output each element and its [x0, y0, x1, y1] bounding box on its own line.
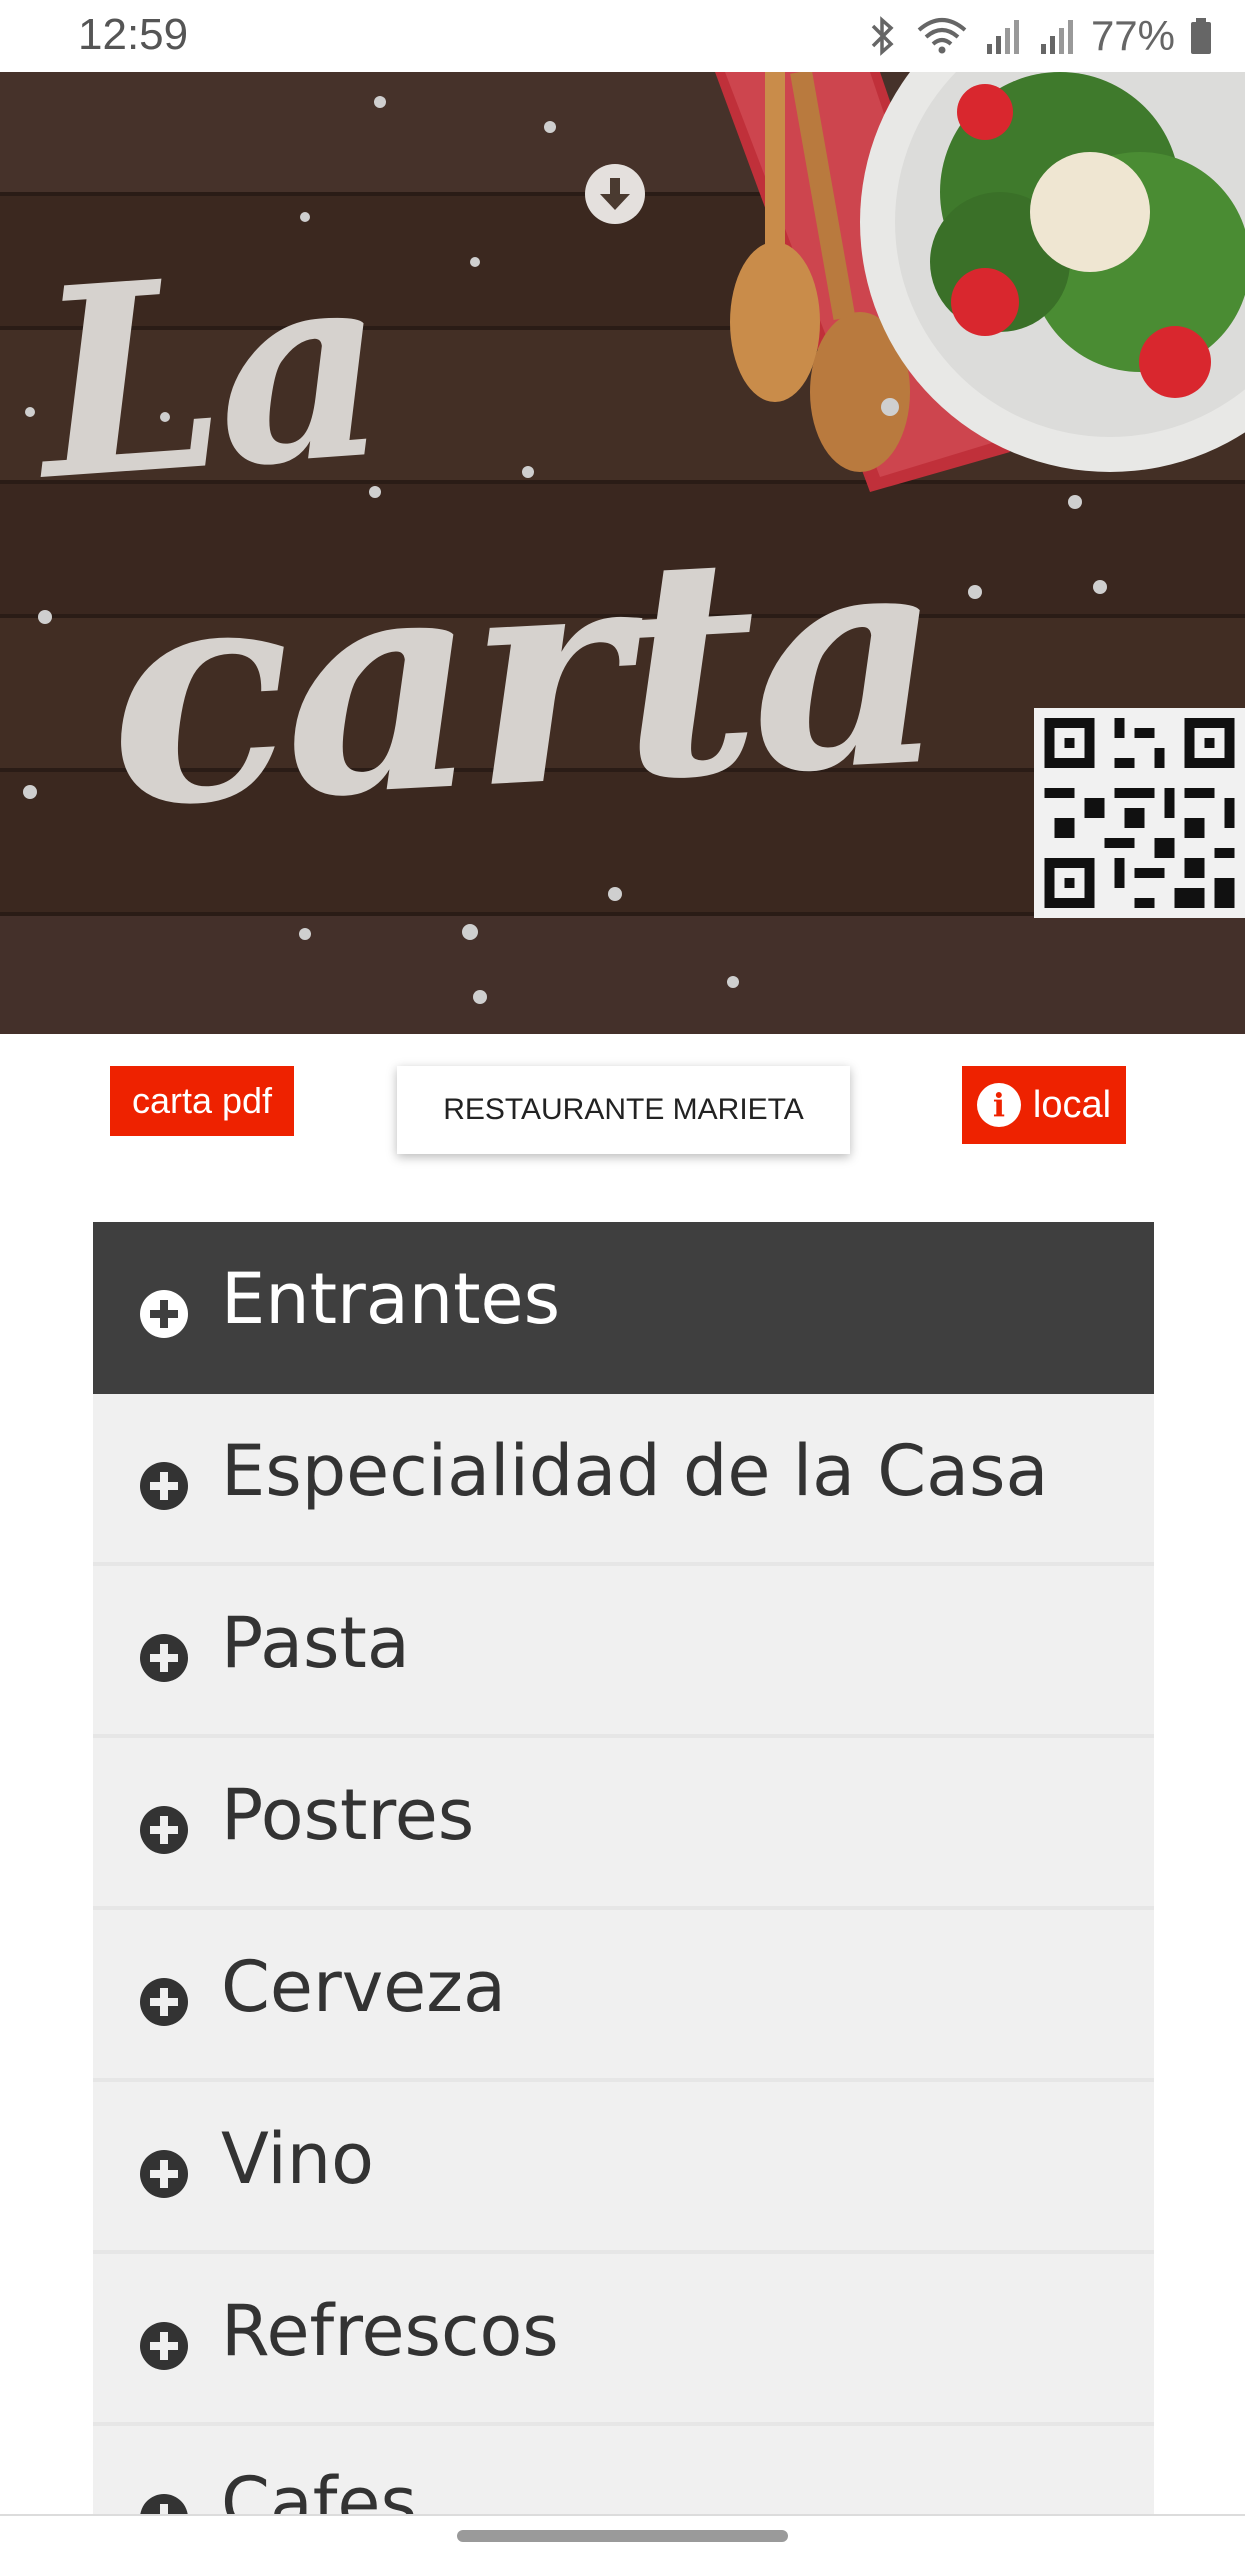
hero-title-la: La [29, 210, 390, 539]
wifi-icon [917, 18, 967, 54]
menu-item-cerveza[interactable]: Cerveza [93, 1910, 1154, 2082]
battery-percent: 77% [1090, 12, 1175, 59]
menu-item-postres[interactable]: Postres [93, 1738, 1154, 1910]
plus-circle-icon [140, 1462, 188, 1510]
local-info-button[interactable]: i local [962, 1066, 1126, 1144]
download-icon[interactable] [585, 164, 645, 224]
plus-circle-icon [140, 1290, 188, 1338]
menu-item-label: Cafes [221, 2462, 417, 2514]
plus-circle-icon [140, 1806, 188, 1854]
carta-pdf-button[interactable]: carta pdf [110, 1066, 294, 1136]
menu-item-entrantes[interactable]: Entrantes [93, 1222, 1154, 1394]
menu-item-pasta[interactable]: Pasta [93, 1566, 1154, 1738]
menu-item-label: Pasta [221, 1602, 410, 1684]
hero-title-carta: carta [99, 478, 945, 875]
qr-code [1034, 708, 1245, 918]
plus-circle-icon [140, 2494, 188, 2514]
status-bar: 12:59 77% [0, 0, 1245, 72]
plus-circle-icon [140, 2322, 188, 2370]
signal-icon [986, 20, 1019, 54]
bottom-divider [0, 2514, 1245, 2516]
info-icon: i [976, 1083, 1021, 1127]
signal-icon-2 [1040, 20, 1073, 54]
home-gesture-bar[interactable] [457, 2530, 788, 2542]
local-label: local [1032, 1083, 1112, 1126]
plus-circle-icon [140, 2150, 188, 2198]
bluetooth-icon [871, 16, 894, 56]
plus-circle-icon [140, 1978, 188, 2026]
hero-banner: La carta [0, 72, 1245, 1034]
restaurant-name-button[interactable]: RESTAURANTE MARIETA [397, 1066, 850, 1154]
menu-item-label: Vino [221, 2118, 374, 2200]
battery-icon [1191, 18, 1211, 54]
menu-item-refrescos[interactable]: Refrescos [93, 2254, 1154, 2426]
status-icons: 77% [865, 8, 1213, 64]
menu-item-label: Cerveza [221, 1946, 506, 2028]
menu-item-label: Especialidad de la Casa [221, 1430, 1049, 1512]
plus-circle-icon [140, 1634, 188, 1682]
status-time: 12:59 [78, 10, 189, 59]
menu-item-label: Postres [221, 1774, 475, 1856]
menu-item-vino[interactable]: Vino [93, 2082, 1154, 2254]
menu-item-especialidad[interactable]: Especialidad de la Casa [93, 1394, 1154, 1566]
menu-item-label: Entrantes [221, 1258, 561, 1340]
menu-item-label: Refrescos [221, 2290, 559, 2372]
menu-item-cafes[interactable]: Cafes [93, 2426, 1154, 2514]
menu-accordion: Entrantes Especialidad de la Casa Pasta … [93, 1222, 1154, 2514]
